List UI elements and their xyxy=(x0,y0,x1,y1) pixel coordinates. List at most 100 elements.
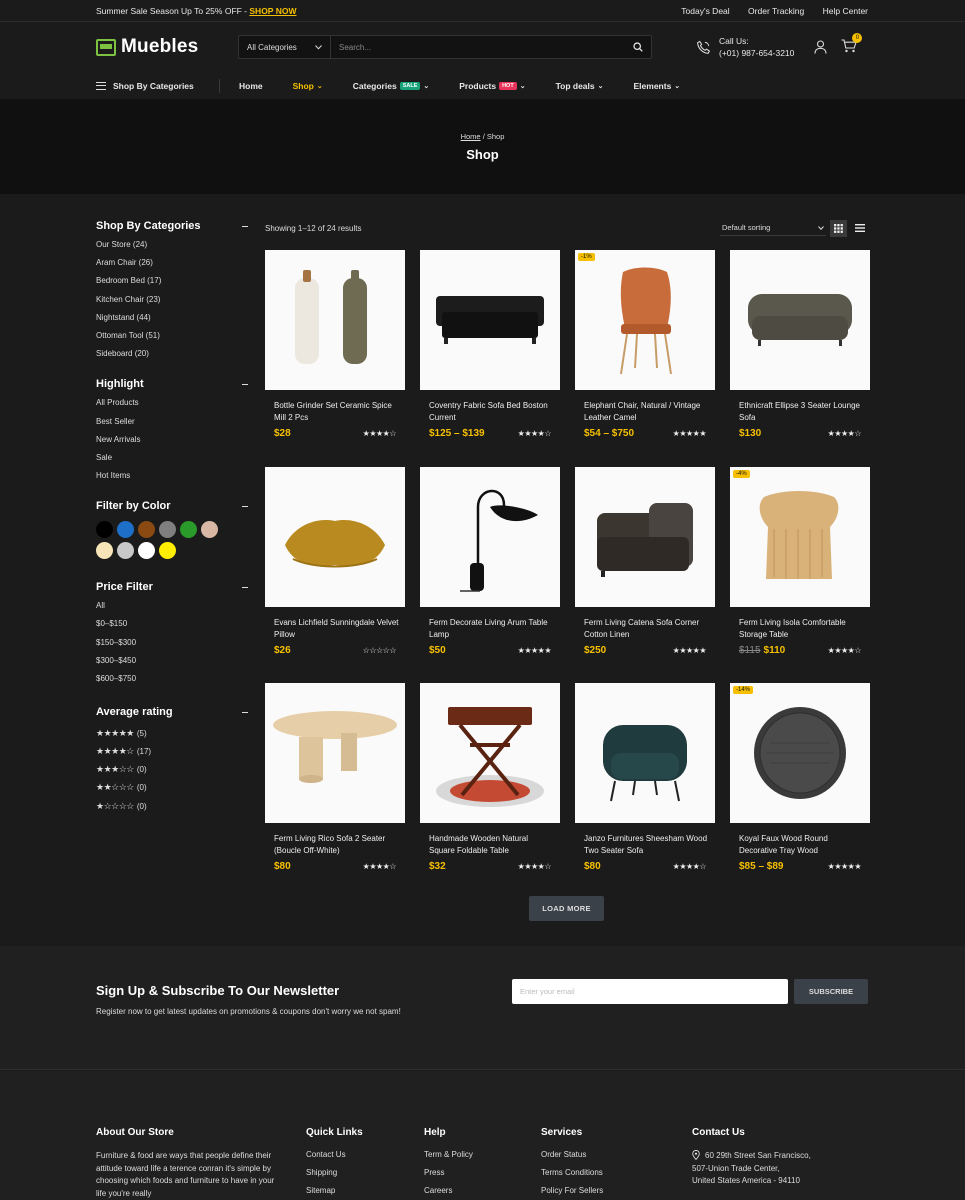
product-card[interactable]: Ferm Decorate Living Arum Table Lamp $50 ★… xyxy=(420,467,560,656)
product-title[interactable]: Evans Lichfield Sunningdale Velvet Pillo… xyxy=(274,617,399,641)
product-title[interactable]: Ferm Living Catena Sofa Corner Cotton Li… xyxy=(584,617,709,641)
product-card[interactable]: Ferm Living Catena Sofa Corner Cotton Li… xyxy=(575,467,715,656)
product-title[interactable]: Elephant Chair, Natural / Vintage Leathe… xyxy=(584,400,709,424)
sidebar-category-item[interactable]: Bedroom Bed (17) xyxy=(96,276,248,294)
sidebar-highlight-item[interactable]: Sale xyxy=(96,453,248,471)
product-card[interactable]: -4% Ferm Living Isola Comfortable Storage… xyxy=(730,467,870,656)
sidebar-price-item[interactable]: All xyxy=(96,601,248,619)
product-image[interactable] xyxy=(420,683,560,823)
collapse-icon[interactable] xyxy=(242,586,248,588)
product-card[interactable]: Handmade Wooden Natural Square Foldable … xyxy=(420,683,560,872)
sidebar-category-item[interactable]: Sideboard (20) xyxy=(96,349,248,367)
sidebar-category-item[interactable]: Nightstand (44) xyxy=(96,313,248,331)
sidebar-category-item[interactable]: Ottoman Tool (51) xyxy=(96,331,248,349)
sidebar-highlight-item[interactable]: New Arrivals xyxy=(96,435,248,453)
nav-shop[interactable]: Shop ⌄ xyxy=(293,81,323,91)
sidebar-price-item[interactable]: $600–$750 xyxy=(96,674,248,692)
collapse-icon[interactable] xyxy=(242,383,248,385)
rating-filter-item[interactable]: ★★★★★ (5) xyxy=(96,724,248,742)
product-card[interactable]: Evans Lichfield Sunningdale Velvet Pillo… xyxy=(265,467,405,656)
product-title[interactable]: Ferm Living Isola Comfortable Storage Ta… xyxy=(739,617,864,641)
sorting-select[interactable]: Default sorting xyxy=(720,220,826,236)
search-button[interactable] xyxy=(625,36,651,58)
sidebar-category-item[interactable]: Aram Chair (26) xyxy=(96,258,248,276)
user-icon[interactable] xyxy=(814,40,827,54)
nav-products[interactable]: Products HOT ⌄ xyxy=(459,81,525,91)
breadcrumb-home-link[interactable]: Home xyxy=(461,132,481,141)
rating-filter-item[interactable]: ★★★★☆ (17) xyxy=(96,742,248,760)
sidebar-highlight-item[interactable]: Hot Items xyxy=(96,471,248,489)
product-title[interactable]: Ferm Living Rico Sofa 2 Seater (Boucle O… xyxy=(274,833,399,857)
product-card[interactable]: -1% Elephant Chair, Natural / Vintage Lea… xyxy=(575,250,715,439)
product-image[interactable] xyxy=(265,683,405,823)
nav-categories[interactable]: Categories SALE ⌄ xyxy=(353,81,429,91)
product-image[interactable] xyxy=(420,250,560,390)
collapse-icon[interactable] xyxy=(242,225,248,227)
color-swatch[interactable] xyxy=(201,521,218,539)
email-field[interactable] xyxy=(512,979,788,1004)
color-swatch[interactable] xyxy=(96,542,113,560)
sidebar-highlight-item[interactable]: All Products xyxy=(96,398,248,416)
footer-link-careers[interactable]: Careers xyxy=(424,1186,473,1200)
sidebar-category-item[interactable]: Our Store (24) xyxy=(96,240,248,258)
nav-elements[interactable]: Elements ⌄ xyxy=(634,81,681,91)
sidebar-price-item[interactable]: $300–$450 xyxy=(96,656,248,674)
color-swatch[interactable] xyxy=(159,521,176,539)
product-image[interactable]: -14% xyxy=(730,683,870,823)
rating-filter-item[interactable]: ★★☆☆☆ (0) xyxy=(96,779,248,797)
footer-link-sellers[interactable]: Policy For Sellers xyxy=(541,1186,603,1200)
footer-link-sitemap[interactable]: Sitemap xyxy=(306,1186,363,1200)
collapse-icon[interactable] xyxy=(242,505,248,507)
product-title[interactable]: Ethnicraft Ellipse 3 Seater Lounge Sofa xyxy=(739,400,864,424)
product-image[interactable] xyxy=(730,250,870,390)
product-title[interactable]: Ferm Decorate Living Arum Table Lamp xyxy=(429,617,554,641)
cart-button[interactable]: 0 xyxy=(841,33,863,55)
shop-by-categories-button[interactable]: Shop By Categories xyxy=(96,78,220,93)
collapse-icon[interactable] xyxy=(242,711,248,713)
sidebar-category-item[interactable]: Kitchen Chair (23) xyxy=(96,295,248,313)
product-image[interactable] xyxy=(575,683,715,823)
load-more-button[interactable]: LOAD MORE xyxy=(529,896,604,921)
product-card[interactable]: Bottle Grinder Set Ceramic Spice Mill 2 … xyxy=(265,250,405,439)
product-card[interactable]: Ferm Living Rico Sofa 2 Seater (Boucle O… xyxy=(265,683,405,872)
footer-link-terms[interactable]: Terms Conditions xyxy=(541,1168,603,1186)
color-swatch[interactable] xyxy=(117,521,134,539)
todays-deal-link[interactable]: Today's Deal xyxy=(681,6,729,16)
search-input[interactable] xyxy=(331,36,625,58)
nav-top-deals[interactable]: Top deals ⌄ xyxy=(556,81,604,91)
product-image[interactable] xyxy=(575,467,715,607)
help-center-link[interactable]: Help Center xyxy=(823,6,868,16)
footer-link-contact[interactable]: Contact Us xyxy=(306,1150,363,1168)
phone-number[interactable]: (+01) 987-654-3210 xyxy=(719,47,794,59)
nav-home[interactable]: Home xyxy=(239,81,263,91)
product-title[interactable]: Coventry Fabric Sofa Bed Boston Current xyxy=(429,400,554,424)
product-title[interactable]: Bottle Grinder Set Ceramic Spice Mill 2 … xyxy=(274,400,399,424)
category-select[interactable]: All Categories xyxy=(239,36,331,58)
list-view-button[interactable] xyxy=(851,220,868,237)
footer-link-shipping[interactable]: Shipping xyxy=(306,1168,363,1186)
product-image[interactable]: -1% xyxy=(575,250,715,390)
rating-filter-item[interactable]: ★☆☆☆☆ (0) xyxy=(96,797,248,815)
grid-view-button[interactable] xyxy=(830,219,847,237)
product-title[interactable]: Janzo Furnitures Sheesham Wood Two Seate… xyxy=(584,833,709,857)
product-image[interactable]: -4% xyxy=(730,467,870,607)
product-card[interactable]: Janzo Furnitures Sheesham Wood Two Seate… xyxy=(575,683,715,872)
product-title[interactable]: Handmade Wooden Natural Square Foldable … xyxy=(429,833,554,857)
logo[interactable]: Muebles xyxy=(96,36,238,58)
shop-now-link[interactable]: SHOP NOW xyxy=(249,6,296,16)
rating-filter-item[interactable]: ★★★☆☆ (0) xyxy=(96,761,248,779)
color-swatch[interactable] xyxy=(180,521,197,539)
sidebar-highlight-item[interactable]: Best Seller xyxy=(96,417,248,435)
color-swatch[interactable] xyxy=(117,542,134,560)
sidebar-price-item[interactable]: $150–$300 xyxy=(96,638,248,656)
product-card[interactable]: Coventry Fabric Sofa Bed Boston Current $… xyxy=(420,250,560,439)
product-image[interactable] xyxy=(420,467,560,607)
product-card[interactable]: Ethnicraft Ellipse 3 Seater Lounge Sofa $… xyxy=(730,250,870,439)
sidebar-price-item[interactable]: $0–$150 xyxy=(96,619,248,637)
order-tracking-link[interactable]: Order Tracking xyxy=(748,6,804,16)
color-swatch[interactable] xyxy=(138,521,155,539)
footer-link-policy[interactable]: Term & Policy xyxy=(424,1150,473,1168)
product-image[interactable] xyxy=(265,467,405,607)
color-swatch[interactable] xyxy=(138,542,155,560)
product-title[interactable]: Koyal Faux Wood Round Decorative Tray Wo… xyxy=(739,833,864,857)
